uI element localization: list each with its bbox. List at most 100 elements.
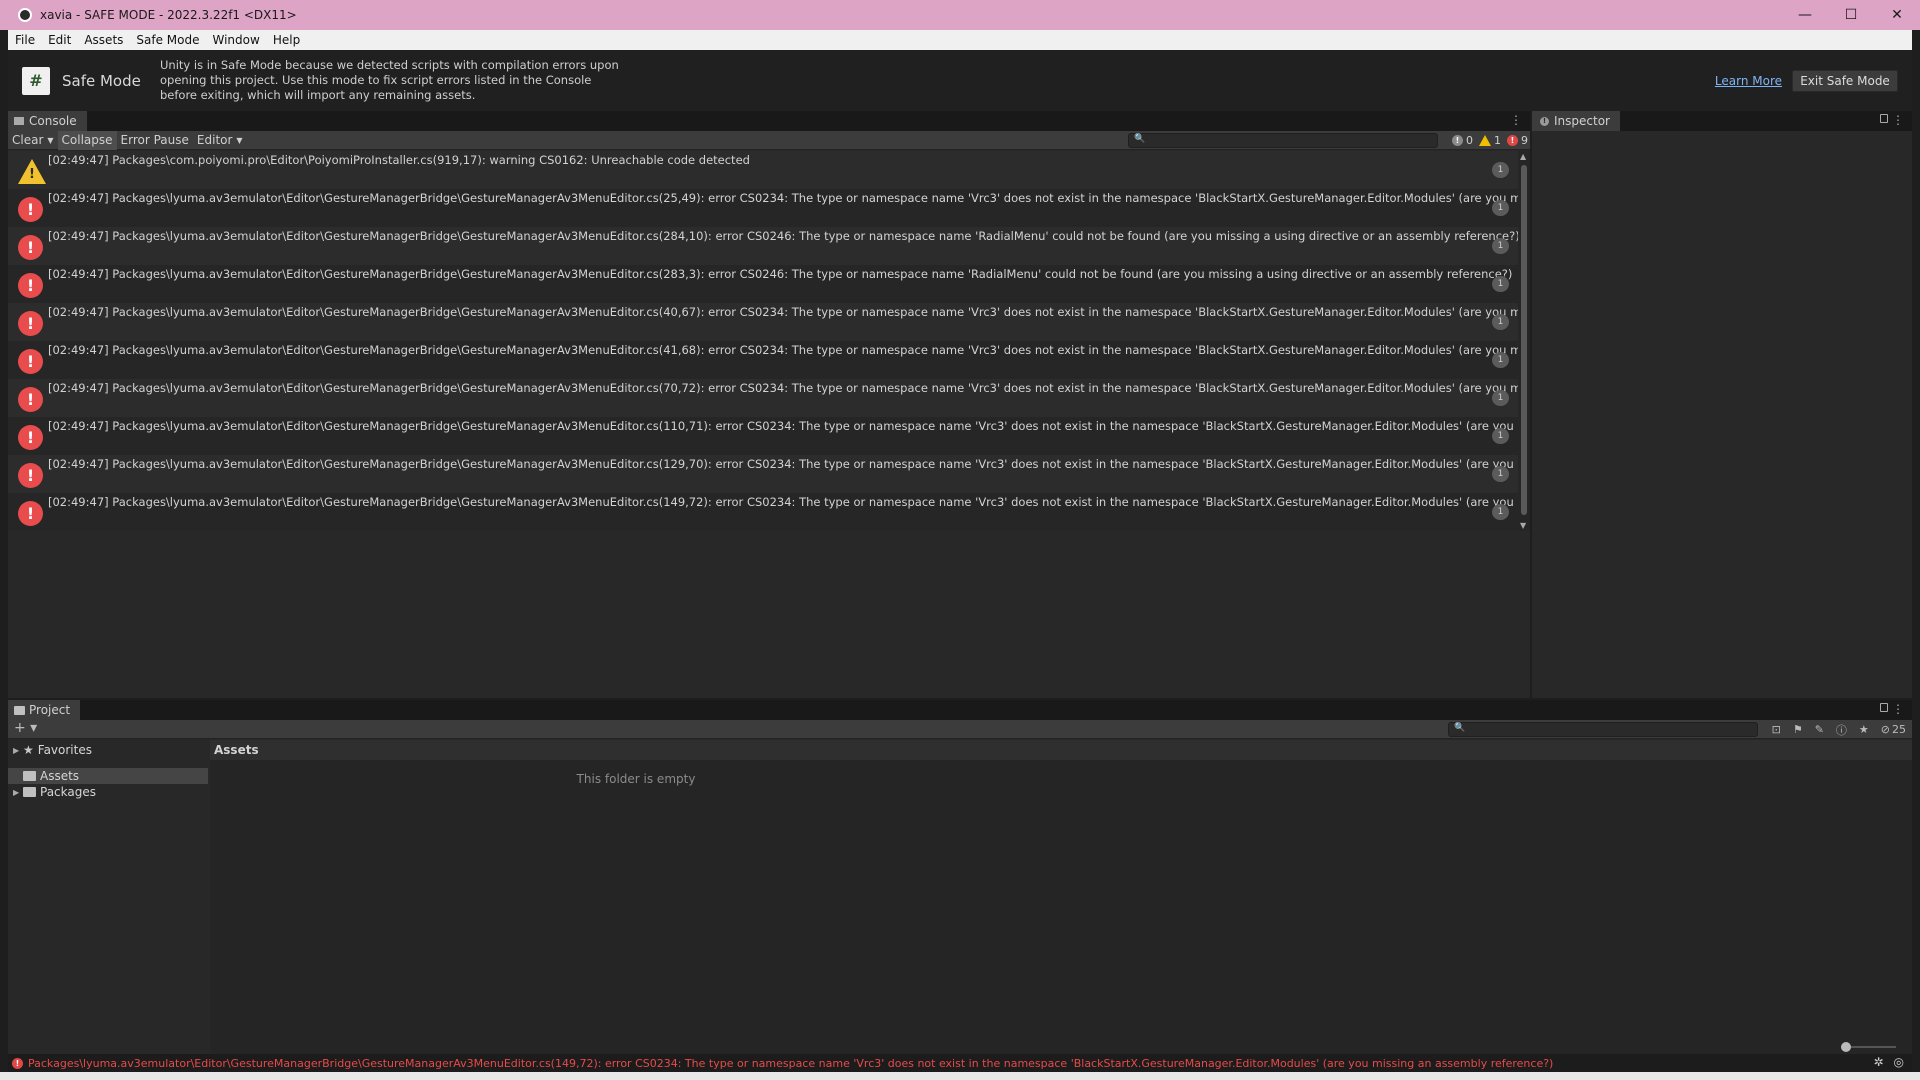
inspector-kebab-icon[interactable]: ⋮ — [1892, 113, 1904, 127]
search-by-label-icon[interactable]: ⚑ — [1793, 723, 1803, 736]
error-icon: ! — [1507, 135, 1518, 146]
tab-project[interactable]: Project — [8, 700, 81, 720]
tree-item-assets[interactable]: Assets — [8, 768, 208, 784]
log-entry[interactable]: ! [02:49:47] Packages\lyuma.av3emulator\… — [8, 303, 1530, 341]
tree-item-label: Packages — [40, 785, 96, 799]
log-entry[interactable]: ! [02:49:47] Packages\lyuma.av3emulator\… — [8, 379, 1530, 417]
slider-knob[interactable] — [1841, 1042, 1851, 1052]
menu-window[interactable]: Window — [213, 33, 260, 47]
menu-safe-mode[interactable]: Safe Mode — [136, 33, 199, 47]
tab-inspector[interactable]: ! Inspector — [1532, 111, 1620, 131]
chevron-right-icon[interactable]: ▶ — [13, 746, 23, 755]
search-by-type-icon[interactable]: ⊡ — [1772, 723, 1781, 736]
error-icon: ! — [18, 273, 43, 298]
close-button[interactable]: ✕ — [1874, 0, 1920, 30]
menu-help[interactable]: Help — [273, 33, 300, 47]
info-count-toggle[interactable]: ! 0 — [1452, 134, 1473, 147]
project-tab-bar: Project ⋮ — [8, 700, 1912, 720]
debug-icon[interactable]: ✲ — [1873, 1055, 1883, 1069]
scroll-up-icon[interactable]: ▲ — [1520, 152, 1526, 161]
hidden-packages-count: 25 — [1892, 723, 1906, 736]
error-icon: ! — [18, 197, 43, 222]
console-scrollbar[interactable]: ▲ ▼ — [1518, 151, 1530, 531]
log-entry-text: [02:49:47] Packages\lyuma.av3emulator\Ed… — [48, 381, 1518, 395]
status-icons: ✲ ◎ — [1863, 1055, 1904, 1069]
menu-edit[interactable]: Edit — [48, 33, 71, 47]
log-entry-text: [02:49:47] Packages\lyuma.av3emulator\Ed… — [48, 229, 1518, 243]
menu-file[interactable]: File — [15, 33, 35, 47]
console-tab-bar: Console ⋮ — [8, 111, 1530, 131]
error-count: 9 — [1521, 134, 1528, 147]
log-entry[interactable]: ! [02:49:47] Packages\lyuma.av3emulator\… — [8, 493, 1530, 531]
error-icon: ! — [18, 463, 43, 488]
hidden-packages-icon[interactable]: ⊘ — [1881, 723, 1890, 736]
info-filter-icon[interactable]: ⓘ — [1836, 722, 1847, 738]
lock-icon[interactable] — [1880, 114, 1888, 123]
log-entry-count: 1 — [1492, 314, 1509, 330]
search-icon: 🔍 — [1454, 723, 1466, 733]
progress-check-icon[interactable]: ◎ — [1894, 1055, 1904, 1069]
scrollbar-thumb[interactable] — [1521, 165, 1527, 515]
log-entry[interactable]: ! [02:49:47] Packages\lyuma.av3emulator\… — [8, 341, 1530, 379]
log-entry-text: [02:49:47] Packages\lyuma.av3emulator\Ed… — [48, 191, 1518, 205]
scroll-down-icon[interactable]: ▼ — [1520, 521, 1526, 530]
log-entry-text: [02:49:47] Packages\lyuma.av3emulator\Ed… — [48, 457, 1518, 471]
project-content-area: Assets This folder is empty — [210, 740, 1912, 1054]
log-entry-text: [02:49:47] Packages\lyuma.av3emulator\Ed… — [48, 305, 1518, 319]
log-entry[interactable]: ! [02:49:47] Packages\com.poiyomi.pro\Ed… — [8, 151, 1530, 189]
tag-icon[interactable]: ✎ — [1815, 723, 1824, 736]
menu-assets[interactable]: Assets — [84, 33, 123, 47]
project-search-input[interactable]: 🔍 — [1448, 722, 1758, 737]
log-entry[interactable]: ! [02:49:47] Packages\lyuma.av3emulator\… — [8, 455, 1530, 493]
collapse-toggle[interactable]: Collapse — [57, 130, 117, 150]
safe-mode-banner: # Safe Mode Unity is in Safe Mode becaus… — [8, 50, 1912, 111]
log-entry[interactable]: ! [02:49:47] Packages\lyuma.av3emulator\… — [8, 227, 1530, 265]
log-entry[interactable]: ! [02:49:47] Packages\lyuma.av3emulator\… — [8, 417, 1530, 455]
tab-project-label: Project — [29, 703, 71, 717]
warning-mark-icon: ! — [29, 167, 35, 182]
clear-button[interactable]: Clear ▼ — [8, 131, 58, 150]
lock-icon[interactable] — [1880, 703, 1888, 712]
project-breadcrumb[interactable]: Assets — [210, 740, 1912, 760]
folder-icon — [14, 705, 25, 715]
log-entry[interactable]: ! [02:49:47] Packages\lyuma.av3emulator\… — [8, 265, 1530, 303]
favorite-star-icon[interactable]: ★ — [1859, 723, 1869, 736]
log-entry[interactable]: ! [02:49:47] Packages\lyuma.av3emulator\… — [8, 189, 1530, 227]
tab-console-label: Console — [29, 114, 77, 128]
icon-size-slider[interactable] — [1841, 1042, 1896, 1052]
folder-icon — [23, 771, 36, 781]
log-entry-count: 1 — [1492, 276, 1509, 292]
project-kebab-icon[interactable]: ⋮ — [1892, 702, 1904, 716]
error-count-toggle[interactable]: ! 9 — [1507, 134, 1528, 147]
console-search-input[interactable]: 🔍 — [1128, 133, 1438, 148]
info-count: 0 — [1466, 134, 1473, 147]
window-title: xavia - SAFE MODE - 2022.3.22f1 <DX11> — [40, 8, 297, 22]
chevron-down-icon[interactable]: ▼ — [47, 136, 53, 145]
taskbar-sliver — [0, 1072, 1920, 1080]
tab-console[interactable]: Console — [8, 111, 87, 131]
create-plus-icon[interactable]: + ▾ — [14, 720, 37, 736]
console-kebab-icon[interactable]: ⋮ — [1510, 113, 1522, 127]
error-icon: ! — [18, 425, 43, 450]
safe-mode-icon: # — [22, 66, 50, 95]
clear-button-label: Clear — [12, 133, 44, 147]
log-entry-count: 1 — [1492, 352, 1509, 368]
exit-safe-mode-button[interactable]: Exit Safe Mode — [1792, 70, 1898, 92]
maximize-button[interactable]: ☐ — [1828, 0, 1874, 30]
error-pause-toggle[interactable]: Error Pause — [117, 131, 193, 150]
tree-item-packages[interactable]: ▶ Packages — [8, 784, 208, 800]
status-message[interactable]: Packages\lyuma.av3emulator\Editor\Gestur… — [28, 1057, 1553, 1070]
info-icon: ! — [1452, 135, 1463, 146]
minimize-button[interactable]: — — [1782, 0, 1828, 30]
error-icon: ! — [18, 235, 43, 260]
editor-dropdown-label: Editor — [196, 133, 233, 147]
chevron-right-icon[interactable]: ▶ — [13, 788, 23, 797]
learn-more-link[interactable]: Learn More — [1715, 74, 1782, 88]
editor-dropdown[interactable]: Editor ▼ — [193, 131, 247, 150]
project-tools: ⊡ ⚑ ✎ ⓘ ★ ⊘ 25 — [1760, 721, 1906, 738]
warning-count-toggle[interactable]: 1 — [1479, 134, 1501, 147]
tree-item-favorites[interactable]: ▶ ★ Favorites — [8, 742, 208, 758]
window-title-bar: xavia - SAFE MODE - 2022.3.22f1 <DX11> —… — [0, 0, 1920, 30]
error-icon: ! — [18, 501, 43, 526]
status-bar: ! Packages\lyuma.av3emulator\Editor\Gest… — [8, 1054, 1912, 1072]
